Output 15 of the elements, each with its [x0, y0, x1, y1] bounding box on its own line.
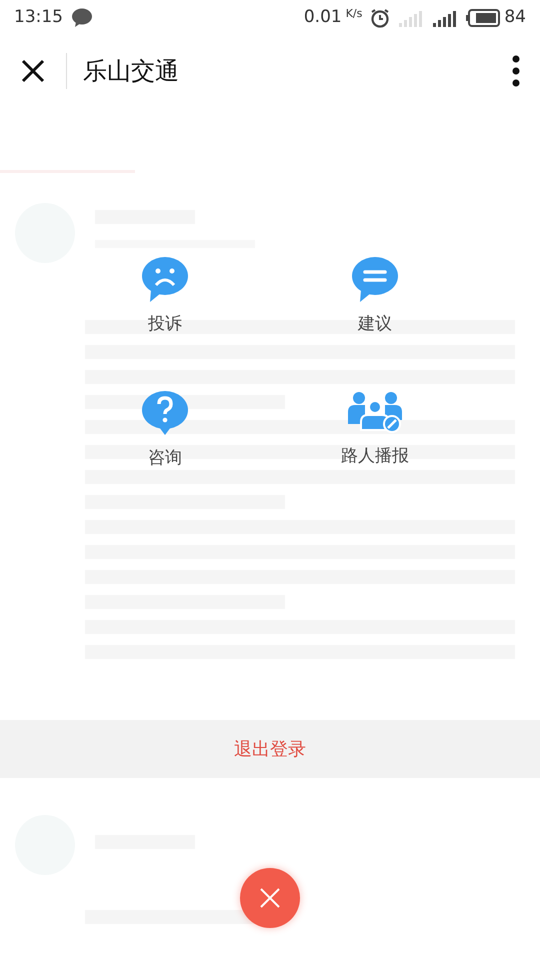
speed-unit: K/s: [346, 6, 362, 22]
network-speed: 0.01: [304, 6, 342, 30]
page-title: 乐山交通: [83, 56, 179, 87]
chat-bubble-icon: [351, 256, 399, 302]
close-icon: [20, 58, 46, 84]
menu-item[interactable]: 投诉: [60, 256, 270, 338]
menu-item[interactable]: 咨询: [60, 390, 270, 471]
battery-percent: 84: [504, 6, 526, 30]
more-icon: [512, 55, 520, 87]
sad-chat-bubble-icon: [141, 256, 189, 302]
close-menu-button[interactable]: [240, 868, 300, 928]
status-time: 13:15: [14, 6, 63, 30]
question-bubble-icon: [141, 390, 189, 436]
logout-button[interactable]: 退出登录: [0, 720, 540, 778]
close-icon: [258, 886, 282, 910]
